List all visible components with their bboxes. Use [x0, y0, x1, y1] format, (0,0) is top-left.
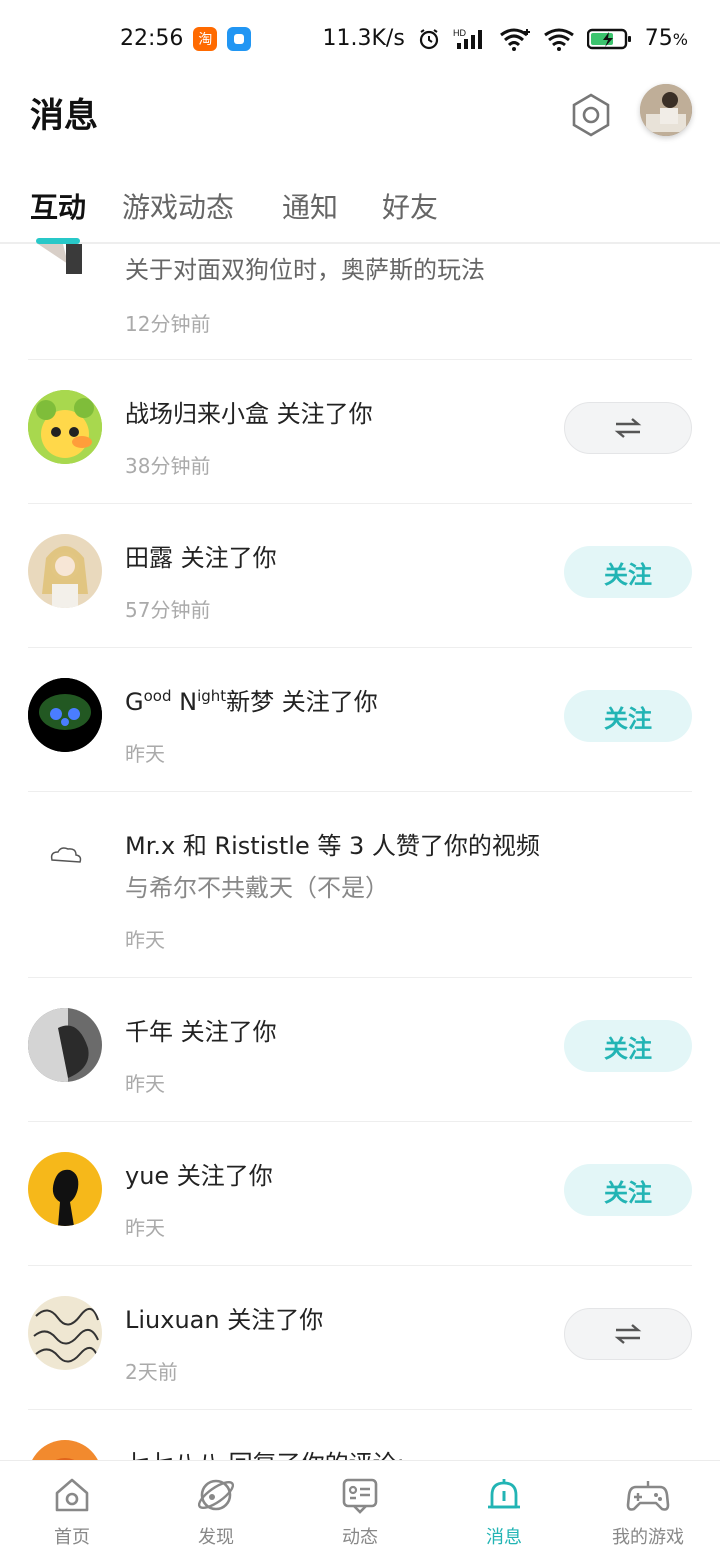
mutual-follow-button[interactable]	[564, 1308, 692, 1360]
settings-button[interactable]	[566, 88, 616, 142]
nav-label: 首页	[54, 1527, 90, 1548]
tab-notifications[interactable]: 通知	[282, 186, 338, 226]
item-time: 昨天	[125, 1216, 165, 1240]
avatar	[28, 244, 102, 278]
item-text: Liuxuan 关注了你	[125, 1306, 324, 1334]
item-time: 昨天	[125, 928, 165, 952]
list-item[interactable]: 千年 关注了你 昨天 关注	[28, 978, 692, 1122]
app-notification-icon	[227, 26, 252, 51]
avatar	[28, 1008, 102, 1082]
gamepad-icon	[576, 1473, 720, 1517]
avatar	[28, 1296, 102, 1370]
item-text: 七七八八 回复了你的评论:	[125, 1444, 405, 1460]
tab-game-updates[interactable]: 游戏动态	[122, 186, 234, 226]
wifi-icon	[499, 27, 531, 51]
user-avatar[interactable]	[640, 84, 692, 136]
tab-interactions[interactable]: 互动	[30, 186, 86, 226]
item-text: yue 关注了你	[125, 1162, 273, 1190]
mutual-follow-icon	[614, 418, 642, 438]
item-text: 田露 关注了你	[125, 544, 277, 572]
alarm-icon	[417, 27, 441, 51]
item-time: 昨天	[125, 1072, 165, 1096]
item-text: 关于对面双狗位时，奥萨斯的玩法	[125, 256, 485, 284]
wifi-icon-2	[543, 27, 575, 51]
taobao-icon: 淘	[193, 26, 218, 51]
status-right: 11.3K/s HD 75%	[323, 26, 689, 51]
item-text: Good Night新梦 关注了你	[125, 687, 378, 716]
follow-button[interactable]: 关注	[564, 690, 692, 742]
list-item[interactable]: 战场归来小盒 关注了你 38分钟前	[28, 360, 692, 504]
item-text: 战场归来小盒 关注了你	[125, 400, 373, 428]
nav-label: 消息	[486, 1527, 522, 1548]
follow-button[interactable]: 关注	[564, 1164, 692, 1216]
item-time: 57分钟前	[125, 598, 211, 622]
signal-icon: HD	[453, 27, 487, 51]
status-bar: 22:56 淘 11.3K/s HD 75%	[0, 0, 720, 84]
list-item[interactable]: 关于对面双狗位时，奥萨斯的玩法 12分钟前	[28, 244, 692, 360]
item-time: 38分钟前	[125, 454, 211, 478]
battery-level: 75%	[644, 26, 688, 51]
item-text: Mr.x 和 Rististle 等 3 人赞了你的视频	[125, 832, 540, 860]
avatar	[28, 822, 102, 896]
item-subtext: 与希尔不共戴天（不是）	[125, 874, 389, 902]
home-icon	[0, 1473, 144, 1517]
avatar	[28, 1440, 102, 1460]
nav-label: 发现	[198, 1527, 234, 1548]
status-time: 22:56	[120, 26, 184, 51]
item-time: 昨天	[125, 742, 165, 766]
settings-icon	[572, 93, 610, 137]
item-time: 2天前	[125, 1360, 178, 1384]
header: 消息	[0, 84, 720, 168]
avatar	[28, 1152, 102, 1226]
interaction-list: 关于对面双狗位时，奥萨斯的玩法 12分钟前 战场归来小盒 关注了你 38分钟前 …	[0, 244, 720, 1460]
nav-label: 我的游戏	[612, 1527, 684, 1548]
follow-button[interactable]: 关注	[564, 546, 692, 598]
nav-messages[interactable]: 消息	[432, 1473, 576, 1549]
svg-text:HD: HD	[453, 28, 466, 38]
list-item[interactable]: Mr.x 和 Rististle 等 3 人赞了你的视频 与希尔不共戴天（不是）…	[28, 792, 692, 978]
nav-my-games[interactable]: 我的游戏	[576, 1473, 720, 1549]
nav-home[interactable]: 首页	[0, 1473, 144, 1549]
battery-unit: %	[672, 30, 688, 49]
feed-icon	[288, 1473, 432, 1517]
network-speed: 11.3K/s	[322, 26, 405, 51]
avatar	[28, 678, 102, 752]
tab-bar: 互动 游戏动态 通知 好友	[0, 172, 720, 244]
mutual-follow-icon	[614, 1324, 642, 1344]
list-item[interactable]: Good Night新梦 关注了你 昨天 关注	[28, 648, 692, 792]
avatar	[28, 534, 102, 608]
tab-friends[interactable]: 好友	[382, 186, 438, 226]
nav-feed[interactable]: 动态	[288, 1473, 432, 1549]
battery-icon	[586, 27, 633, 51]
mutual-follow-button[interactable]	[564, 402, 692, 454]
list-item[interactable]: yue 关注了你 昨天 关注	[28, 1122, 692, 1266]
nav-discover[interactable]: 发现	[144, 1473, 288, 1549]
messages-page: 22:56 淘 11.3K/s HD 75% 消息 互动 游戏动态 通知 好友 …	[0, 0, 720, 1560]
discover-icon	[144, 1473, 288, 1517]
page-title: 消息	[30, 96, 98, 136]
list-item[interactable]: Liuxuan 关注了你 2天前	[28, 1266, 692, 1410]
bell-icon	[432, 1473, 576, 1517]
status-left: 22:56 淘	[120, 26, 252, 51]
list-item[interactable]: 七七八八 回复了你的评论:	[28, 1410, 692, 1460]
item-time: 12分钟前	[125, 312, 211, 336]
item-text: 千年 关注了你	[125, 1018, 277, 1046]
follow-button[interactable]: 关注	[564, 1020, 692, 1072]
bottom-nav: 首页 发现 动态 消息 我的游戏	[0, 1460, 720, 1560]
nav-label: 动态	[342, 1527, 378, 1548]
list-item[interactable]: 田露 关注了你 57分钟前 关注	[28, 504, 692, 648]
avatar	[28, 390, 102, 464]
